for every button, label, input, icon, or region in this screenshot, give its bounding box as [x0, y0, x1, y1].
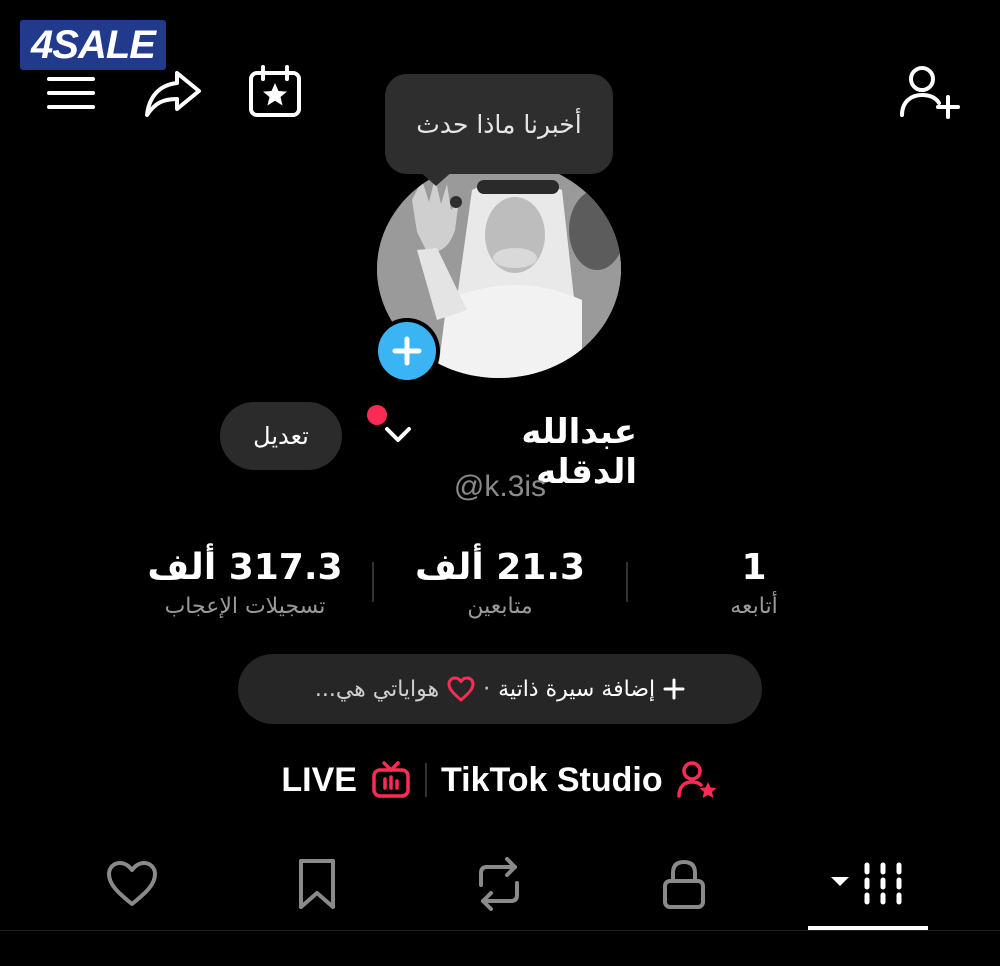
- stat-divider: [626, 562, 628, 602]
- stat-followers-value: 21.3 ألف: [414, 547, 586, 588]
- stat-following[interactable]: 1 أتابعه: [692, 546, 816, 624]
- chevron-down-icon[interactable]: [382, 420, 414, 450]
- menu-icon[interactable]: [40, 68, 102, 118]
- heart-outline-icon: [447, 676, 475, 702]
- tab-private[interactable]: [656, 852, 712, 916]
- watermark-logo: 4SALE: [20, 20, 166, 70]
- grid-icon: [825, 859, 909, 909]
- tab-liked[interactable]: [100, 852, 164, 916]
- plus-icon: [663, 678, 685, 700]
- live-label[interactable]: LIVE: [281, 761, 357, 800]
- repost-icon: [469, 857, 529, 911]
- tooltip-text: أخبرنا ماذا حدث: [416, 109, 582, 139]
- tab-reposts[interactable]: [466, 852, 532, 916]
- tab-favorites[interactable]: [288, 852, 346, 916]
- stat-likes[interactable]: 317.3 ألف تسجيلات الإعجاب: [132, 546, 358, 624]
- tabs-divider: [0, 930, 1000, 931]
- tiktok-studio-label[interactable]: TikTok Studio: [441, 761, 663, 800]
- links-separator: [424, 763, 427, 797]
- add-bio-button[interactable]: إضافة سيرة ذاتية · هواياتي هي...: [238, 654, 762, 724]
- add-user-icon[interactable]: [896, 62, 962, 122]
- stat-likes-value: 317.3 ألف: [147, 547, 343, 588]
- plus-icon: [378, 322, 436, 380]
- lock-icon: [661, 857, 707, 911]
- tab-videos[interactable]: [822, 852, 912, 916]
- watermark-text: 4SALE: [31, 22, 156, 67]
- bio-hobbies: هواياتي هي...: [314, 676, 440, 702]
- stat-followers-label: متابعين: [467, 594, 533, 619]
- user-star-icon[interactable]: [676, 760, 719, 800]
- tooltip-dot: [450, 196, 462, 208]
- profile-name[interactable]: عبدالله الدقله: [415, 412, 637, 492]
- heart-icon: [105, 860, 159, 908]
- stat-following-value: 1: [741, 547, 767, 588]
- status-tooltip[interactable]: أخبرنا ماذا حدث: [385, 74, 613, 174]
- stat-followers[interactable]: 21.3 ألف متابعين: [398, 546, 602, 624]
- links-row: LIVE TikTok Studio: [270, 752, 730, 808]
- profile-handle: @k.3is: [453, 470, 547, 503]
- share-icon[interactable]: [140, 64, 206, 122]
- tooltip-tail: [418, 170, 454, 186]
- stat-divider: [372, 562, 374, 602]
- add-avatar-button[interactable]: [374, 318, 440, 384]
- bookmark-icon: [295, 857, 339, 911]
- add-bio-label: إضافة سيرة ذاتية: [498, 676, 656, 702]
- edit-profile-button[interactable]: تعديل: [220, 402, 342, 470]
- stat-likes-label: تسجيلات الإعجاب: [164, 594, 326, 619]
- live-tv-icon[interactable]: [371, 761, 411, 799]
- stat-following-label: أتابعه: [730, 594, 778, 619]
- calendar-star-icon[interactable]: [244, 62, 306, 122]
- bio-separator: ·: [483, 676, 491, 702]
